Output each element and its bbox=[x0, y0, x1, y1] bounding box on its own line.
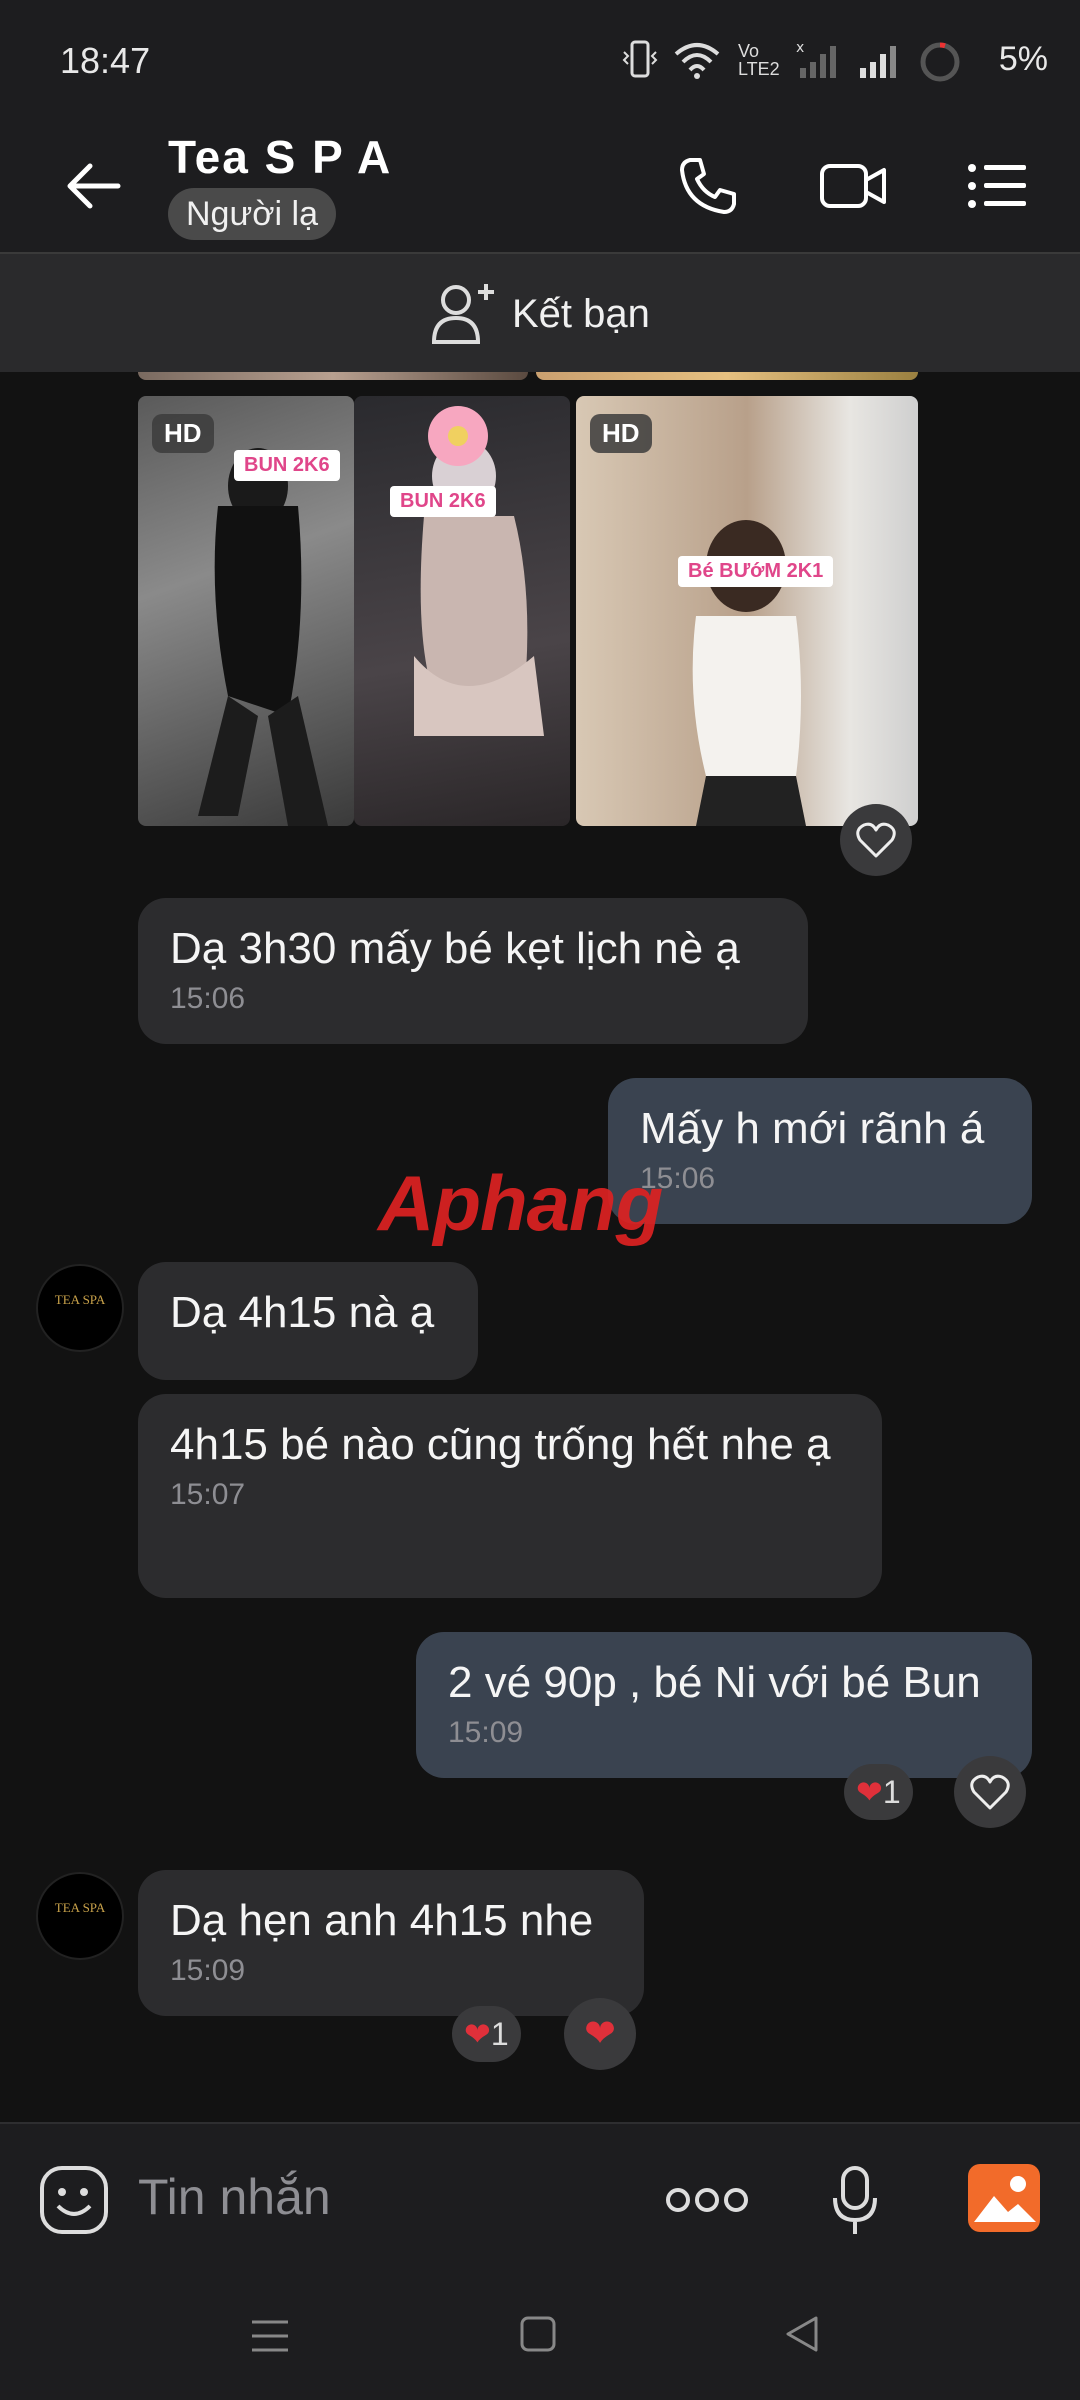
avatar-logo-text: TEA SPA bbox=[54, 1292, 106, 1307]
battery-ring-icon bbox=[920, 42, 960, 82]
photo-gallery-icon[interactable] bbox=[966, 2162, 1042, 2234]
message-input[interactable]: Tin nhắn bbox=[138, 2168, 331, 2226]
signal-sim2-icon bbox=[860, 46, 896, 78]
react-button[interactable] bbox=[954, 1756, 1026, 1828]
back-arrow-icon[interactable] bbox=[62, 158, 122, 214]
gallery-photo[interactable]: HD BUN 2K6 bbox=[138, 396, 354, 826]
reaction-summary[interactable]: ❤1 bbox=[452, 2006, 521, 2062]
phone-call-icon[interactable] bbox=[676, 154, 740, 218]
photo-figure-silhouette bbox=[414, 406, 544, 736]
message-text: 4h15 bé nào cũng trống hết nhe ạ bbox=[170, 1420, 831, 1469]
vibrate-icon bbox=[622, 40, 658, 78]
add-friend-label: Kết bạn bbox=[512, 292, 650, 336]
status-time: 18:47 bbox=[60, 40, 151, 81]
contact-avatar[interactable]: TEA SPA bbox=[36, 1264, 124, 1352]
message-text: Dạ 3h30 mấy bé kẹt lịch nè ạ bbox=[170, 924, 740, 973]
svg-text:x: x bbox=[796, 40, 804, 56]
message-time: 15:07 bbox=[170, 1478, 246, 1511]
hd-badge: HD bbox=[590, 414, 652, 453]
message-time: 15:09 bbox=[170, 1954, 246, 1987]
photo-tag: BUN 2K6 bbox=[234, 450, 340, 481]
gallery-photo[interactable]: BUN 2K6 bbox=[354, 396, 570, 826]
video-call-icon[interactable] bbox=[818, 156, 890, 216]
photo-figure-silhouette bbox=[692, 520, 806, 826]
volte-label: Vo LTE2 bbox=[738, 41, 780, 79]
system-navigation-bar bbox=[0, 2272, 1080, 2400]
photo-tag: BUN 2K6 bbox=[390, 486, 496, 517]
image-strip-cropped[interactable] bbox=[536, 372, 918, 380]
chat-header: Tea S P A Người lạ bbox=[0, 120, 1080, 254]
home-icon[interactable] bbox=[518, 2314, 558, 2354]
back-nav-icon[interactable] bbox=[782, 2314, 822, 2354]
stranger-badge: Người lạ bbox=[168, 188, 336, 240]
message-text: Mấy h mới rãnh á bbox=[640, 1104, 985, 1153]
signal-sim1-icon: x bbox=[796, 40, 836, 78]
heart-filled-icon: ❤ bbox=[464, 2016, 491, 2052]
status-bar: 18:47 Vo LTE2 x 5% bbox=[0, 0, 1080, 120]
recent-apps-icon[interactable] bbox=[248, 2316, 292, 2356]
message-bubble-received[interactable]: Dạ 4h15 nà ạ bbox=[138, 1262, 478, 1380]
message-time: 15:09 bbox=[448, 1716, 524, 1749]
gallery-photo[interactable]: HD Bé BƯớM 2K1 bbox=[576, 396, 918, 826]
add-friend-icon bbox=[431, 284, 494, 344]
heart-outline-icon bbox=[970, 1774, 1010, 1810]
message-bubble-received[interactable]: Dạ hẹn anh 4h15 nhe 15:09 bbox=[138, 1870, 644, 2016]
message-text: Dạ 4h15 nà ạ bbox=[170, 1288, 435, 1337]
message-bubble-received[interactable]: Dạ 3h30 mấy bé kẹt lịch nè ạ 15:06 bbox=[138, 898, 808, 1044]
reaction-count: 1 bbox=[490, 2016, 509, 2052]
heart-filled-icon: ❤ bbox=[856, 1774, 883, 1810]
reaction-count: 1 bbox=[882, 1774, 901, 1810]
contact-name[interactable]: Tea S P A bbox=[168, 130, 392, 184]
message-bubble-received[interactable]: 4h15 bé nào cũng trống hết nhe ạ 15:07 bbox=[138, 1394, 882, 1598]
message-time: 15:06 bbox=[170, 982, 246, 1015]
message-composer: Tin nhắn bbox=[0, 2122, 1080, 2274]
battery-percent: 5% bbox=[998, 40, 1048, 78]
hd-badge: HD bbox=[152, 414, 214, 453]
message-text: 2 vé 90p , bé Ni với bé Bun bbox=[448, 1658, 981, 1707]
message-bubble-sent[interactable]: 2 vé 90p , bé Ni với bé Bun 15:09 bbox=[416, 1632, 1032, 1778]
contact-avatar[interactable]: TEA SPA bbox=[36, 1872, 124, 1960]
watermark-logo: Aphang bbox=[378, 1159, 663, 1247]
add-friend-bar[interactable]: Kết bạn bbox=[0, 254, 1080, 374]
reaction-summary[interactable]: ❤1 bbox=[844, 1764, 913, 1820]
react-button[interactable] bbox=[840, 804, 912, 876]
microphone-icon[interactable] bbox=[830, 2164, 880, 2238]
options-list-icon[interactable] bbox=[966, 160, 1030, 212]
image-strip-cropped[interactable] bbox=[138, 372, 528, 380]
react-button-active[interactable]: ❤ bbox=[564, 1998, 636, 2070]
message-text: Dạ hẹn anh 4h15 nhe bbox=[170, 1896, 594, 1945]
avatar-logo-text: TEA SPA bbox=[54, 1900, 106, 1915]
wifi-icon bbox=[674, 43, 720, 79]
photo-tag: Bé BƯớM 2K1 bbox=[678, 556, 834, 587]
message-bubble-sent[interactable]: Mấy h mới rãnh á 15:06 bbox=[608, 1078, 1032, 1224]
more-dots-icon[interactable] bbox=[664, 2184, 750, 2216]
heart-filled-icon: ❤ bbox=[584, 2013, 616, 2055]
sticker-emoji-icon[interactable] bbox=[38, 2164, 110, 2236]
heart-outline-icon bbox=[856, 822, 896, 858]
message-time: 15:06 bbox=[640, 1162, 716, 1195]
